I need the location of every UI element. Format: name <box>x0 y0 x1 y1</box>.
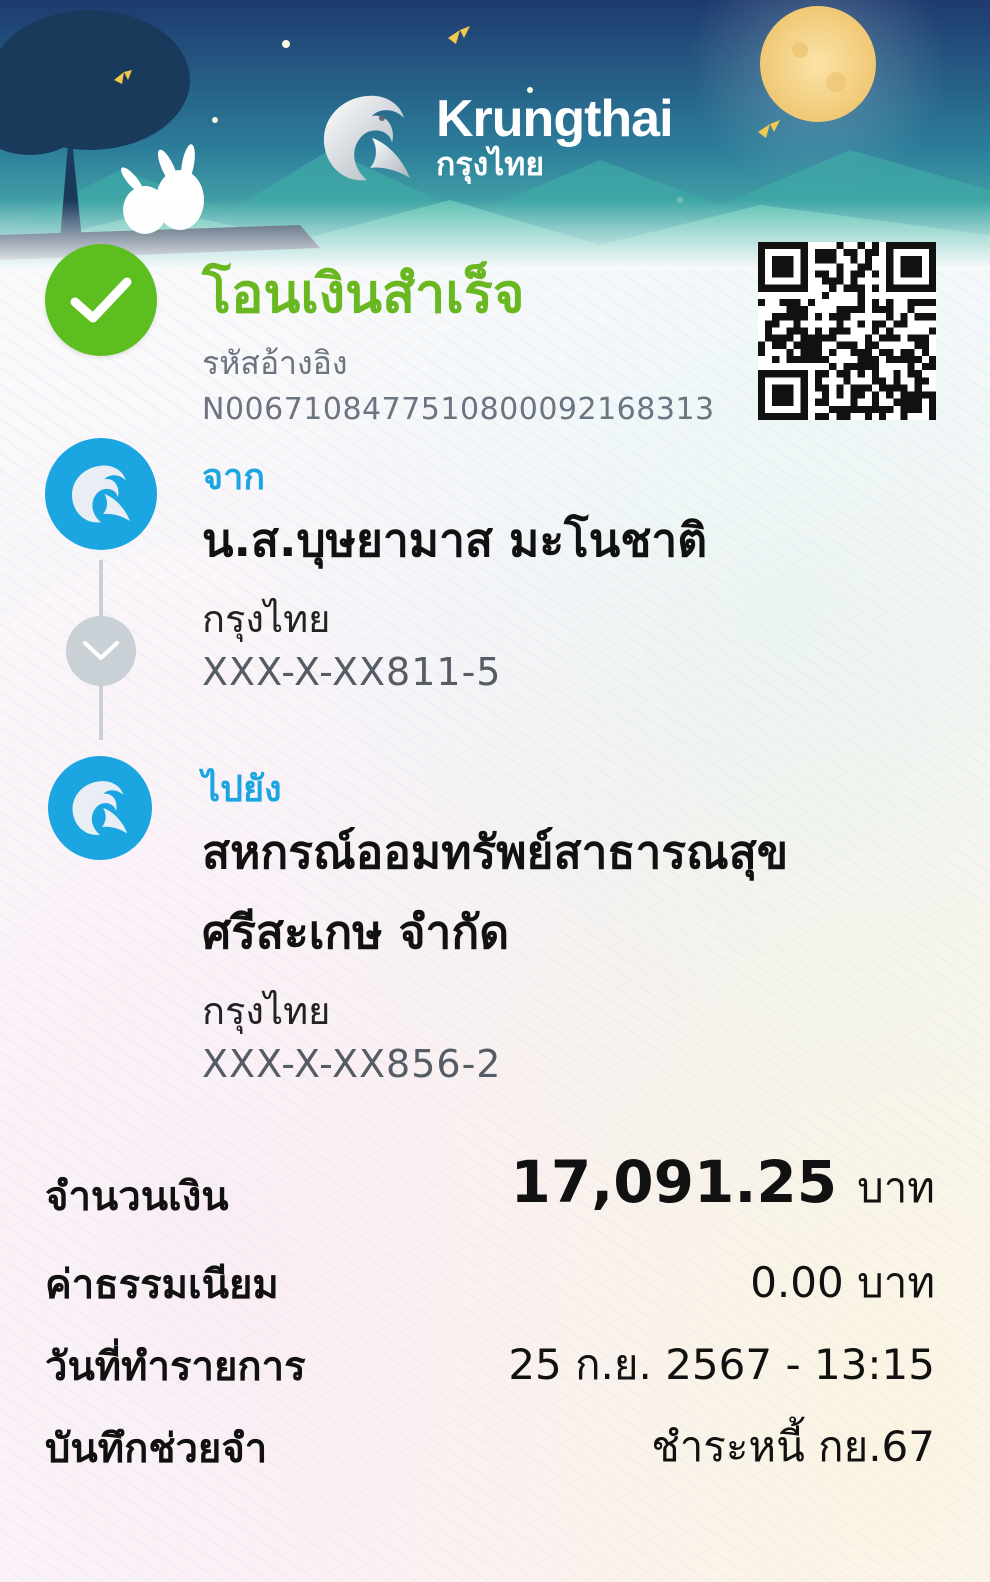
krungthai-logo: Krungthai กรุงไทย <box>312 88 674 188</box>
brand-name-th: กรุงไทย <box>436 145 545 183</box>
krungthai-bird-icon <box>72 781 128 835</box>
sender-bank: กรุงไทย <box>202 597 331 641</box>
garuda-bird-icon <box>323 95 410 181</box>
amount-row-value: 17,091.25 บาท <box>511 1148 936 1221</box>
success-badge <box>45 244 157 356</box>
receiver-bank-avatar <box>48 756 152 860</box>
sender-account: XXX-X-XX811-5 <box>202 650 502 694</box>
brand-name-en: Krungthai <box>436 90 674 148</box>
memo-label: บันทึกช่วยจำ <box>45 1426 268 1472</box>
transfer-direction-indicator <box>66 616 136 686</box>
receiver-bank: กรุงไทย <box>202 989 331 1033</box>
amount-label: จำนวนเงิน <box>45 1174 229 1220</box>
reference-label: รหัสอ้างอิง <box>202 344 348 382</box>
from-label: จาก <box>202 457 266 498</box>
check-icon <box>70 277 132 323</box>
memo-value: ชำระหนี้ กย.67 <box>651 1422 935 1471</box>
transaction-date-value: 25 ก.ย. 2567 - 13:15 <box>508 1340 935 1389</box>
chevron-down-icon <box>83 641 119 660</box>
to-label: ไปยัง <box>202 769 282 810</box>
krungthai-bird-icon <box>71 465 130 523</box>
reference-number[interactable]: N0067108477510800092168313 <box>202 392 715 427</box>
transfer-success-title: โอนเงินสำเร็จ <box>202 262 525 325</box>
transaction-date-label: วันที่ทำรายการ <box>45 1344 306 1390</box>
receiver-name-line1: สหกรณ์ออมทรัพย์สาธารณสุข <box>202 825 789 879</box>
sender-name: น.ส.บุษยามาส มะโนชาติ <box>202 513 708 567</box>
receiver-account: XXX-X-XX856-2 <box>202 1042 502 1086</box>
amount-unit: บาท <box>857 1163 935 1212</box>
header-banner: Krungthai กรุงไทย <box>0 0 990 270</box>
fee-value: 0.00 บาท <box>750 1258 935 1307</box>
fee-label: ค่าธรรมเนียม <box>45 1262 279 1308</box>
qr-code[interactable] <box>758 242 936 420</box>
amount-value: 17,091.25 <box>510 1148 838 1216</box>
sender-bank-avatar <box>45 438 157 550</box>
receiver-name-line2: ศรีสะเกษ จำกัด <box>202 905 510 959</box>
